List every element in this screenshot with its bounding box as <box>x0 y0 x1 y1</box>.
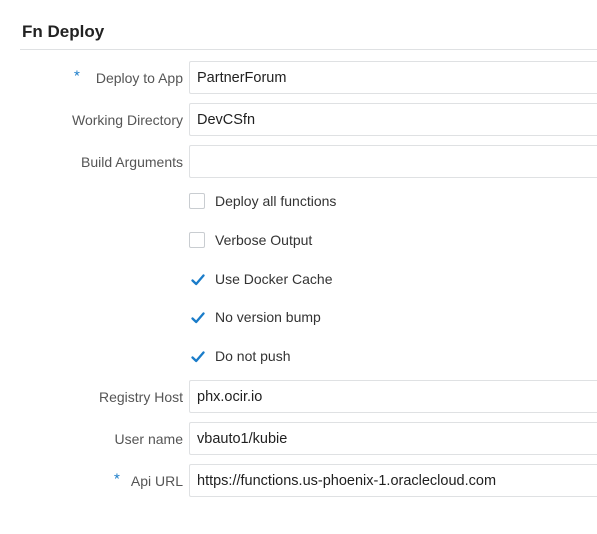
deploy-all-functions-label: Deploy all functions <box>215 193 337 209</box>
working-directory-label: Working Directory <box>72 111 183 128</box>
no-version-bump-checkbox[interactable] <box>189 309 205 325</box>
registry-host-label: Registry Host <box>98 388 183 405</box>
no-version-bump-label: No version bump <box>215 309 321 325</box>
build-arguments-row: Build Arguments <box>0 145 597 178</box>
use-docker-cache-option[interactable]: Use Docker Cache <box>189 268 333 290</box>
deploy-all-functions-option[interactable]: Deploy all functions <box>189 190 336 212</box>
verbose-output-label: Verbose Output <box>215 232 313 248</box>
user-name-row: User name <box>0 422 597 455</box>
deploy-to-app-row: * Deploy to App <box>0 61 597 94</box>
do-not-push-checkbox[interactable] <box>189 348 205 364</box>
user-name-input[interactable] <box>189 422 597 455</box>
deploy-to-app-input[interactable] <box>189 61 597 94</box>
do-not-push-option[interactable]: Do not push <box>189 345 291 367</box>
fn-deploy-panel: Fn Deploy * Deploy to App Working Direct… <box>0 0 597 534</box>
checkmark-icon <box>191 274 205 286</box>
registry-host-input[interactable] <box>189 380 597 413</box>
use-docker-cache-checkbox[interactable] <box>189 271 205 287</box>
api-url-input[interactable] <box>189 464 597 497</box>
build-arguments-label: Build Arguments <box>81 153 183 170</box>
checkmark-icon <box>191 312 205 324</box>
section-title: Fn Deploy <box>22 22 105 41</box>
api-url-row: * Api URL <box>0 464 597 497</box>
checkmark-icon <box>191 351 205 363</box>
do-not-push-label: Do not push <box>215 348 291 364</box>
section-divider <box>20 49 597 50</box>
api-url-label: Api URL <box>130 472 183 489</box>
use-docker-cache-label: Use Docker Cache <box>215 271 333 287</box>
build-arguments-input[interactable] <box>189 145 597 178</box>
verbose-output-option[interactable]: Verbose Output <box>189 229 312 251</box>
verbose-output-checkbox[interactable] <box>189 232 205 248</box>
registry-host-row: Registry Host <box>0 380 597 413</box>
deploy-all-functions-checkbox[interactable] <box>189 193 205 209</box>
required-marker: * <box>114 469 120 487</box>
working-directory-row: Working Directory <box>0 103 597 136</box>
no-version-bump-option[interactable]: No version bump <box>189 306 321 328</box>
user-name-label: User name <box>114 430 183 447</box>
deploy-to-app-label: Deploy to App <box>95 69 183 86</box>
required-marker: * <box>74 66 80 84</box>
working-directory-input[interactable] <box>189 103 597 136</box>
